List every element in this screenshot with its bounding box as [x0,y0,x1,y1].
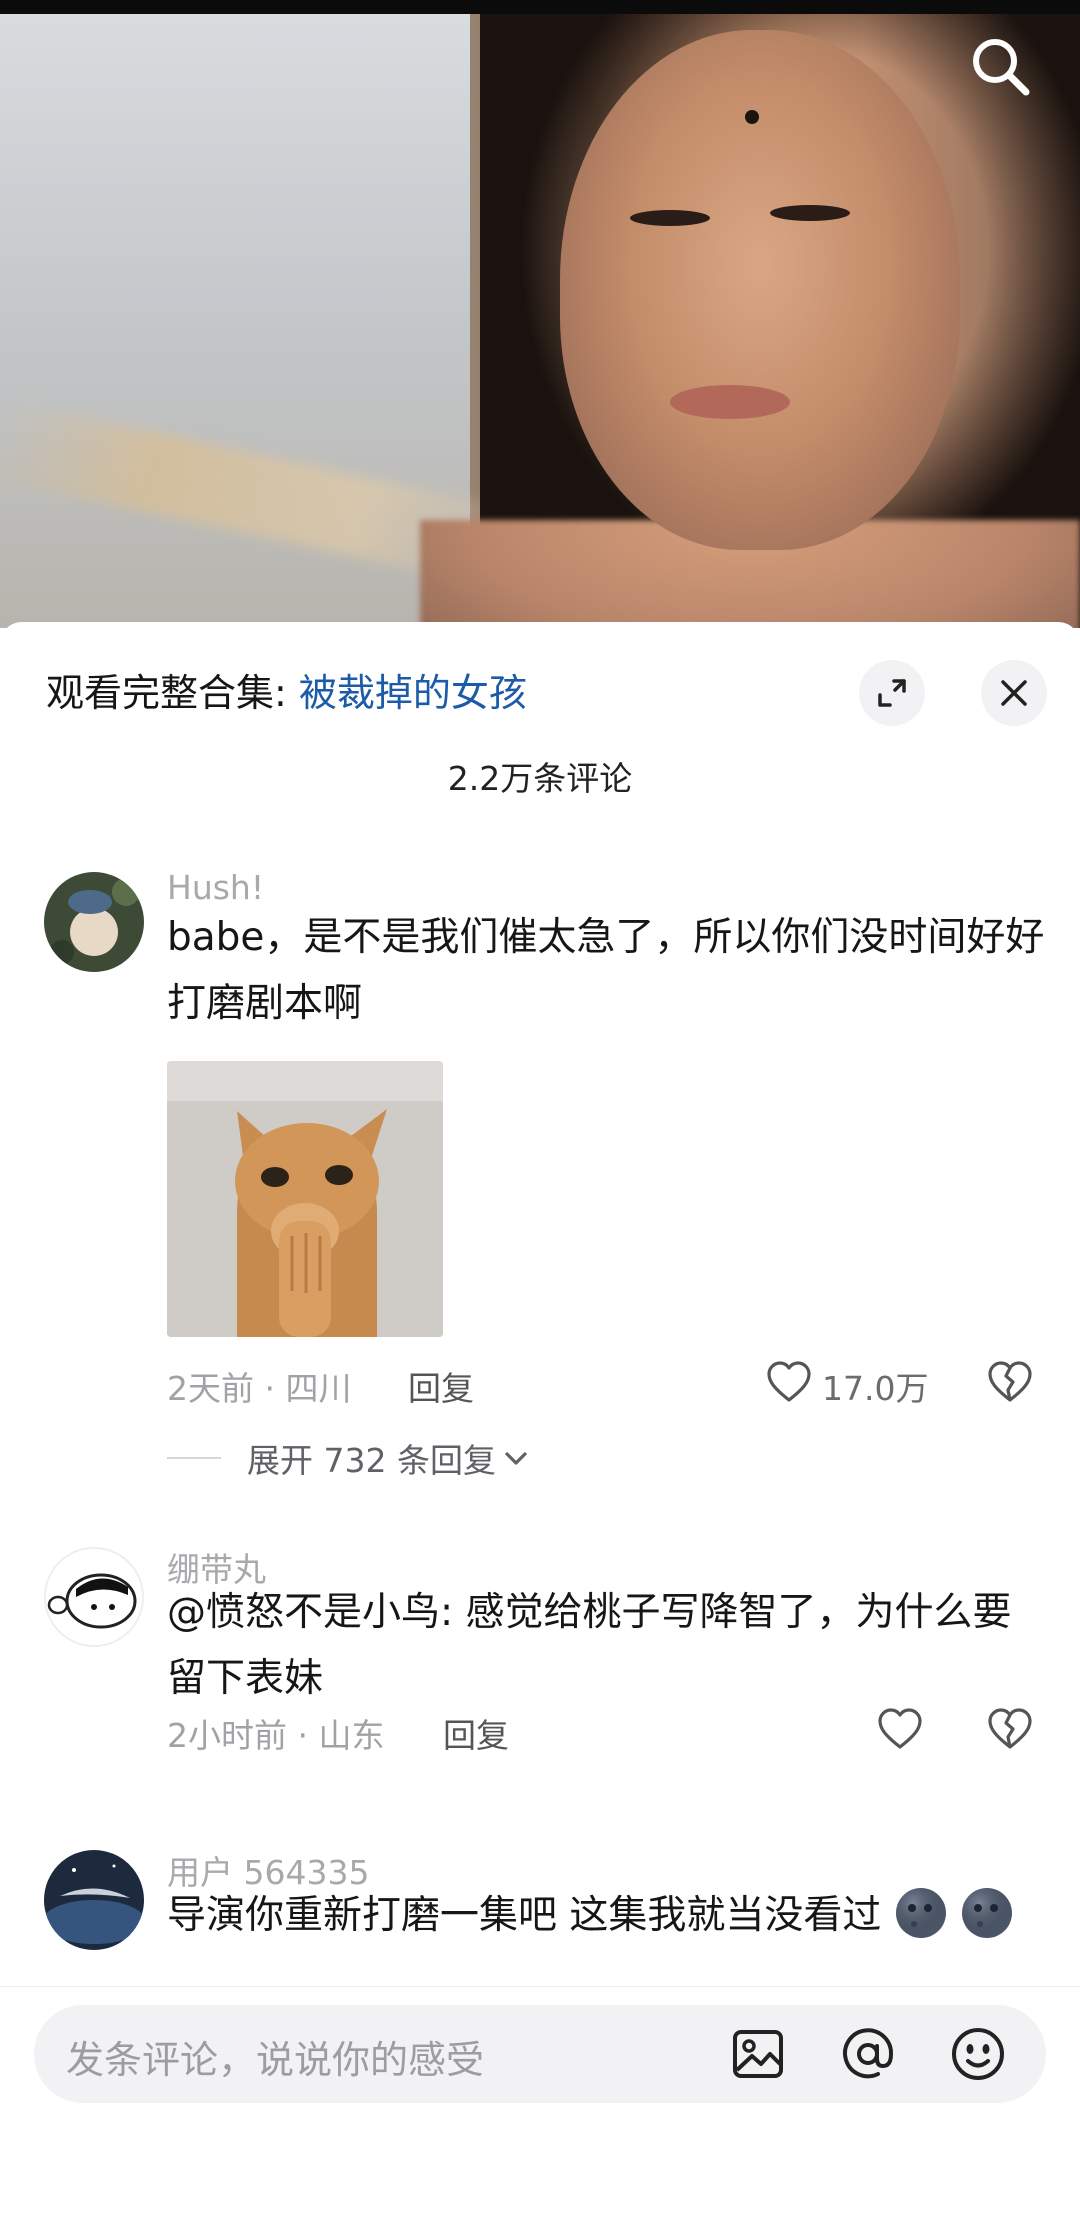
avatar[interactable] [44,872,144,972]
moon-face-emoji-icon [895,1888,946,1938]
divider-line [167,1457,221,1459]
expand-replies-label: 展开 732 条回复 [247,1441,496,1480]
expand-icon [878,679,906,707]
avatar-image [46,1549,142,1645]
comment-count: 2.2万条评论 [447,759,633,798]
image-icon[interactable] [728,2024,788,2084]
close-icon [1001,680,1027,706]
at-mention-icon[interactable] [838,2024,898,2084]
video-eye-right [770,205,850,221]
comment-sheet: 观看完整合集: 被裁掉的女孩 2.2万条评论 Hush! babe，是不是我们催… [0,622,1080,2215]
reply-button[interactable]: 回复 [408,1362,474,1410]
comment-input-placeholder: 发条评论，说说你的感受 [66,2038,485,2082]
collection-link[interactable]: 被裁掉的女孩 [299,671,527,715]
comment-image[interactable] [167,1061,443,1337]
input-divider [0,1986,1080,1987]
search-button[interactable] [968,34,1032,98]
broken-heart-icon[interactable] [986,1358,1034,1406]
like-count: 17.0万 [822,1369,929,1408]
expand-replies-button[interactable]: 展开 732 条回复 [167,1434,530,1482]
comment-text: 导演你重新打磨一集吧 这集我就当没看过 [167,1883,1047,1949]
video-mole [745,110,759,124]
video-lips [670,385,790,419]
video-face [560,30,960,550]
chevron-down-icon [505,1452,527,1465]
status-strip [0,0,1080,14]
avatar[interactable] [44,1850,144,1950]
close-button[interactable] [981,660,1047,726]
moon-face-emoji-icon [962,1888,1013,1938]
search-icon [973,39,1030,96]
emoji-icon[interactable] [948,2024,1008,2084]
expand-button[interactable] [859,660,925,726]
heart-icon[interactable] [765,1358,813,1406]
comment-time-location: 2天前 · 四川 [167,1369,352,1408]
broken-heart-icon[interactable] [986,1705,1034,1753]
comment-input[interactable]: 发条评论，说说你的感受 [34,2005,1046,2103]
comment-time-location: 2小时前 · 山东 [167,1716,385,1755]
comment-text-body: 导演你重新打磨一集吧 这集我就当没看过 [167,1893,882,1938]
collection-banner[interactable]: 观看完整合集: 被裁掉的女孩 [46,662,527,717]
comment-text: @愤怒不是小鸟: 感觉给桃子写降智了，为什么要留下表妹 [167,1590,1012,1701]
avatar-image [44,872,144,972]
avatar-image [44,1850,144,1950]
collection-prefix: 观看完整合集: [46,671,299,715]
comment-text: babe，是不是我们催太急了，所以你们没时间好好打磨剧本啊 [167,915,1045,1026]
cat-image [167,1061,443,1337]
comment-username[interactable]: Hush! [167,868,264,907]
heart-icon[interactable] [876,1705,924,1753]
video-eye-left [630,210,710,226]
reply-button[interactable]: 回复 [443,1709,509,1757]
video-player[interactable] [0,0,1080,628]
avatar[interactable] [44,1547,144,1647]
